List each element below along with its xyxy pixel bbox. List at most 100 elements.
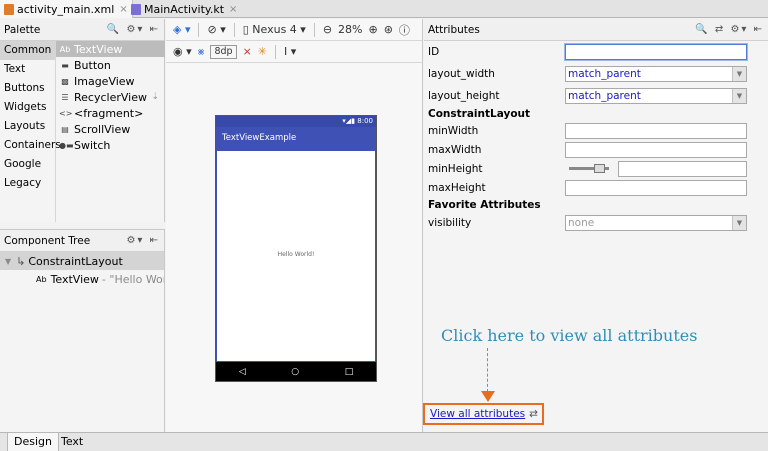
guidelines-icon[interactable]: I ▾ bbox=[284, 45, 296, 58]
category-widgets[interactable]: Widgets bbox=[0, 98, 55, 117]
attr-label: layout_height bbox=[428, 89, 500, 102]
widget-scrollview[interactable]: ▤ ScrollView bbox=[56, 121, 165, 137]
hello-world-text[interactable]: Hello World! bbox=[217, 251, 375, 258]
attr-label: maxWidth bbox=[428, 143, 482, 156]
orientation-icon[interactable]: ⊘ ▾ bbox=[207, 23, 225, 36]
close-icon[interactable]: × bbox=[229, 4, 237, 15]
home-icon: ○ bbox=[291, 366, 300, 377]
zoom-fit-icon[interactable]: ⊛ bbox=[384, 23, 393, 36]
widget-imageview[interactable]: ▩ ImageView bbox=[56, 73, 165, 89]
max-height-field[interactable] bbox=[565, 179, 747, 196]
palette-categories: Common Text Buttons Widgets Layouts Cont… bbox=[0, 41, 61, 222]
collapse-icon[interactable]: ▼ bbox=[5, 257, 11, 266]
min-height-field[interactable] bbox=[618, 160, 747, 177]
widget-fragment[interactable]: <> <fragment> bbox=[56, 105, 165, 121]
select-value: match_parent bbox=[568, 67, 641, 80]
layout-height-select[interactable]: match_parent ▼ bbox=[565, 87, 747, 104]
divider bbox=[275, 44, 276, 59]
attr-label: minWidth bbox=[428, 124, 479, 137]
category-text[interactable]: Text bbox=[0, 60, 55, 79]
status-bar: ▾◢▮ 8:00 bbox=[216, 116, 376, 127]
view-all-attributes-highlight: View all attributes ⇄ bbox=[423, 403, 544, 425]
attributes-tools[interactable]: 🔍 ⇄ ⚙▾ ⇤ bbox=[695, 24, 764, 35]
swap-icon[interactable]: ⇄ bbox=[529, 408, 538, 420]
attributes-panel: Attributes 🔍 ⇄ ⚙▾ ⇤ ID layout_width matc… bbox=[424, 19, 768, 432]
nav-bar: ◁ ○ □ bbox=[216, 362, 376, 381]
chevron-down-icon[interactable]: ▼ bbox=[732, 88, 746, 103]
min-width-field[interactable] bbox=[565, 122, 747, 139]
tab-label: activity_main.xml bbox=[17, 2, 115, 16]
zoom-in-icon[interactable]: ⊕ bbox=[368, 23, 377, 36]
back-icon: ◁ bbox=[238, 366, 246, 377]
annotation-arrow-icon bbox=[481, 391, 495, 402]
max-width-field[interactable] bbox=[565, 141, 747, 158]
widget-label: ScrollView bbox=[74, 122, 131, 136]
tree-row-textview[interactable]: Ab TextView - "Hello World!" bbox=[0, 270, 164, 288]
xml-file-icon bbox=[4, 3, 14, 15]
attr-label: minHeight bbox=[428, 162, 483, 175]
design-surface: ◈ ▾ ⊘ ▾ ▯ Nexus 4 ▾ ⊖ 28% ⊕ ⊛ ⓘ ◉ ▾ ⨳ 8d… bbox=[166, 19, 423, 432]
tab-main-activity-kt[interactable]: MainActivity.kt × bbox=[127, 0, 241, 18]
widget-label: ImageView bbox=[74, 74, 135, 88]
tab-label: MainActivity.kt bbox=[144, 2, 225, 16]
widget-textview[interactable]: Ab TextView bbox=[56, 41, 165, 57]
scroll-icon: ▤ bbox=[61, 124, 69, 134]
tree-row-constraintlayout[interactable]: ▼ ↳ ConstraintLayout bbox=[0, 252, 164, 270]
category-common[interactable]: Common bbox=[0, 41, 55, 60]
component-tree-panel: Component Tree ⚙▾ ⇤ ▼ ↳ ConstraintLayout… bbox=[0, 229, 165, 432]
button-icon: ▬ bbox=[61, 60, 69, 70]
annotation-arrow-line bbox=[487, 348, 488, 392]
layers-icon[interactable]: ◈ ▾ bbox=[173, 23, 190, 36]
attr-row-max-width: maxWidth bbox=[424, 139, 768, 160]
clear-constraints-icon[interactable]: ⨯ bbox=[243, 45, 252, 58]
category-google[interactable]: Google bbox=[0, 155, 55, 174]
app-bar-title: TextViewExample bbox=[216, 127, 376, 150]
section-favorite-attributes: Favorite Attributes bbox=[428, 199, 541, 211]
category-legacy[interactable]: Legacy bbox=[0, 174, 55, 193]
constraint-layout-icon: ↳ bbox=[16, 254, 26, 268]
id-field[interactable] bbox=[565, 43, 747, 60]
widget-label: Switch bbox=[74, 138, 111, 152]
attr-row-min-width: minWidth bbox=[424, 120, 768, 141]
palette-header: Palette 🔍 ⚙▾ ⇤ bbox=[0, 19, 164, 41]
category-containers[interactable]: Containers bbox=[0, 136, 61, 155]
layout-width-select[interactable]: match_parent ▼ bbox=[565, 65, 747, 82]
tab-design[interactable]: Design bbox=[7, 433, 59, 451]
eye-icon[interactable]: ◉ ▾ bbox=[173, 45, 192, 58]
palette-title: Palette bbox=[4, 23, 41, 36]
widget-label: <fragment> bbox=[74, 106, 144, 120]
palette-tools[interactable]: 🔍 ⚙▾ ⇤ bbox=[107, 24, 160, 35]
widget-switch[interactable]: ●▬ Switch bbox=[56, 137, 165, 153]
attr-label: visibility bbox=[428, 216, 472, 229]
visibility-select[interactable]: none ▼ bbox=[565, 214, 747, 231]
divider bbox=[233, 22, 235, 37]
component-tree-tools[interactable]: ⚙▾ ⇤ bbox=[126, 235, 160, 246]
design-toolbar-top: ◈ ▾ ⊘ ▾ ▯ Nexus 4 ▾ ⊖ 28% ⊕ ⊛ ⓘ bbox=[166, 19, 422, 41]
magnet-icon[interactable]: ⨳ bbox=[198, 45, 205, 59]
tab-activity-main-xml[interactable]: activity_main.xml × bbox=[0, 0, 133, 18]
code-icon: <> bbox=[59, 108, 73, 118]
divider bbox=[198, 22, 200, 37]
slider-thumb[interactable] bbox=[594, 164, 605, 173]
view-all-attributes-link[interactable]: View all attributes bbox=[430, 408, 525, 420]
device-select[interactable]: ▯ Nexus 4 ▾ bbox=[243, 23, 306, 36]
layout-content[interactable]: Hello World! bbox=[216, 150, 376, 362]
category-buttons[interactable]: Buttons bbox=[0, 79, 55, 98]
widget-recyclerview[interactable]: ☰ RecyclerView ⇣ bbox=[56, 89, 165, 105]
category-layouts[interactable]: Layouts bbox=[0, 117, 55, 136]
infer-constraints-icon[interactable]: ✳ bbox=[258, 45, 267, 58]
palette-panel: Palette 🔍 ⚙▾ ⇤ Common Text Buttons Widge… bbox=[0, 19, 165, 222]
section-constraint-layout: ConstraintLayout bbox=[428, 108, 531, 120]
widget-label: Button bbox=[74, 58, 111, 72]
textview-icon: Ab bbox=[36, 274, 47, 284]
tab-text[interactable]: Text bbox=[55, 433, 89, 451]
widget-button[interactable]: ▬ Button bbox=[56, 57, 165, 73]
default-margin-button[interactable]: 8dp bbox=[210, 44, 237, 59]
chevron-down-icon[interactable]: ▼ bbox=[732, 66, 746, 81]
palette-widgets: Ab TextView ▬ Button ▩ ImageView ☰ Recyc… bbox=[56, 41, 165, 153]
info-icon[interactable]: ⓘ bbox=[399, 22, 410, 38]
chevron-down-icon[interactable]: ▼ bbox=[732, 215, 746, 230]
download-icon[interactable]: ⇣ bbox=[151, 92, 159, 102]
zoom-out-icon[interactable]: ⊖ bbox=[323, 23, 332, 36]
switch-icon: ●▬ bbox=[59, 140, 74, 150]
